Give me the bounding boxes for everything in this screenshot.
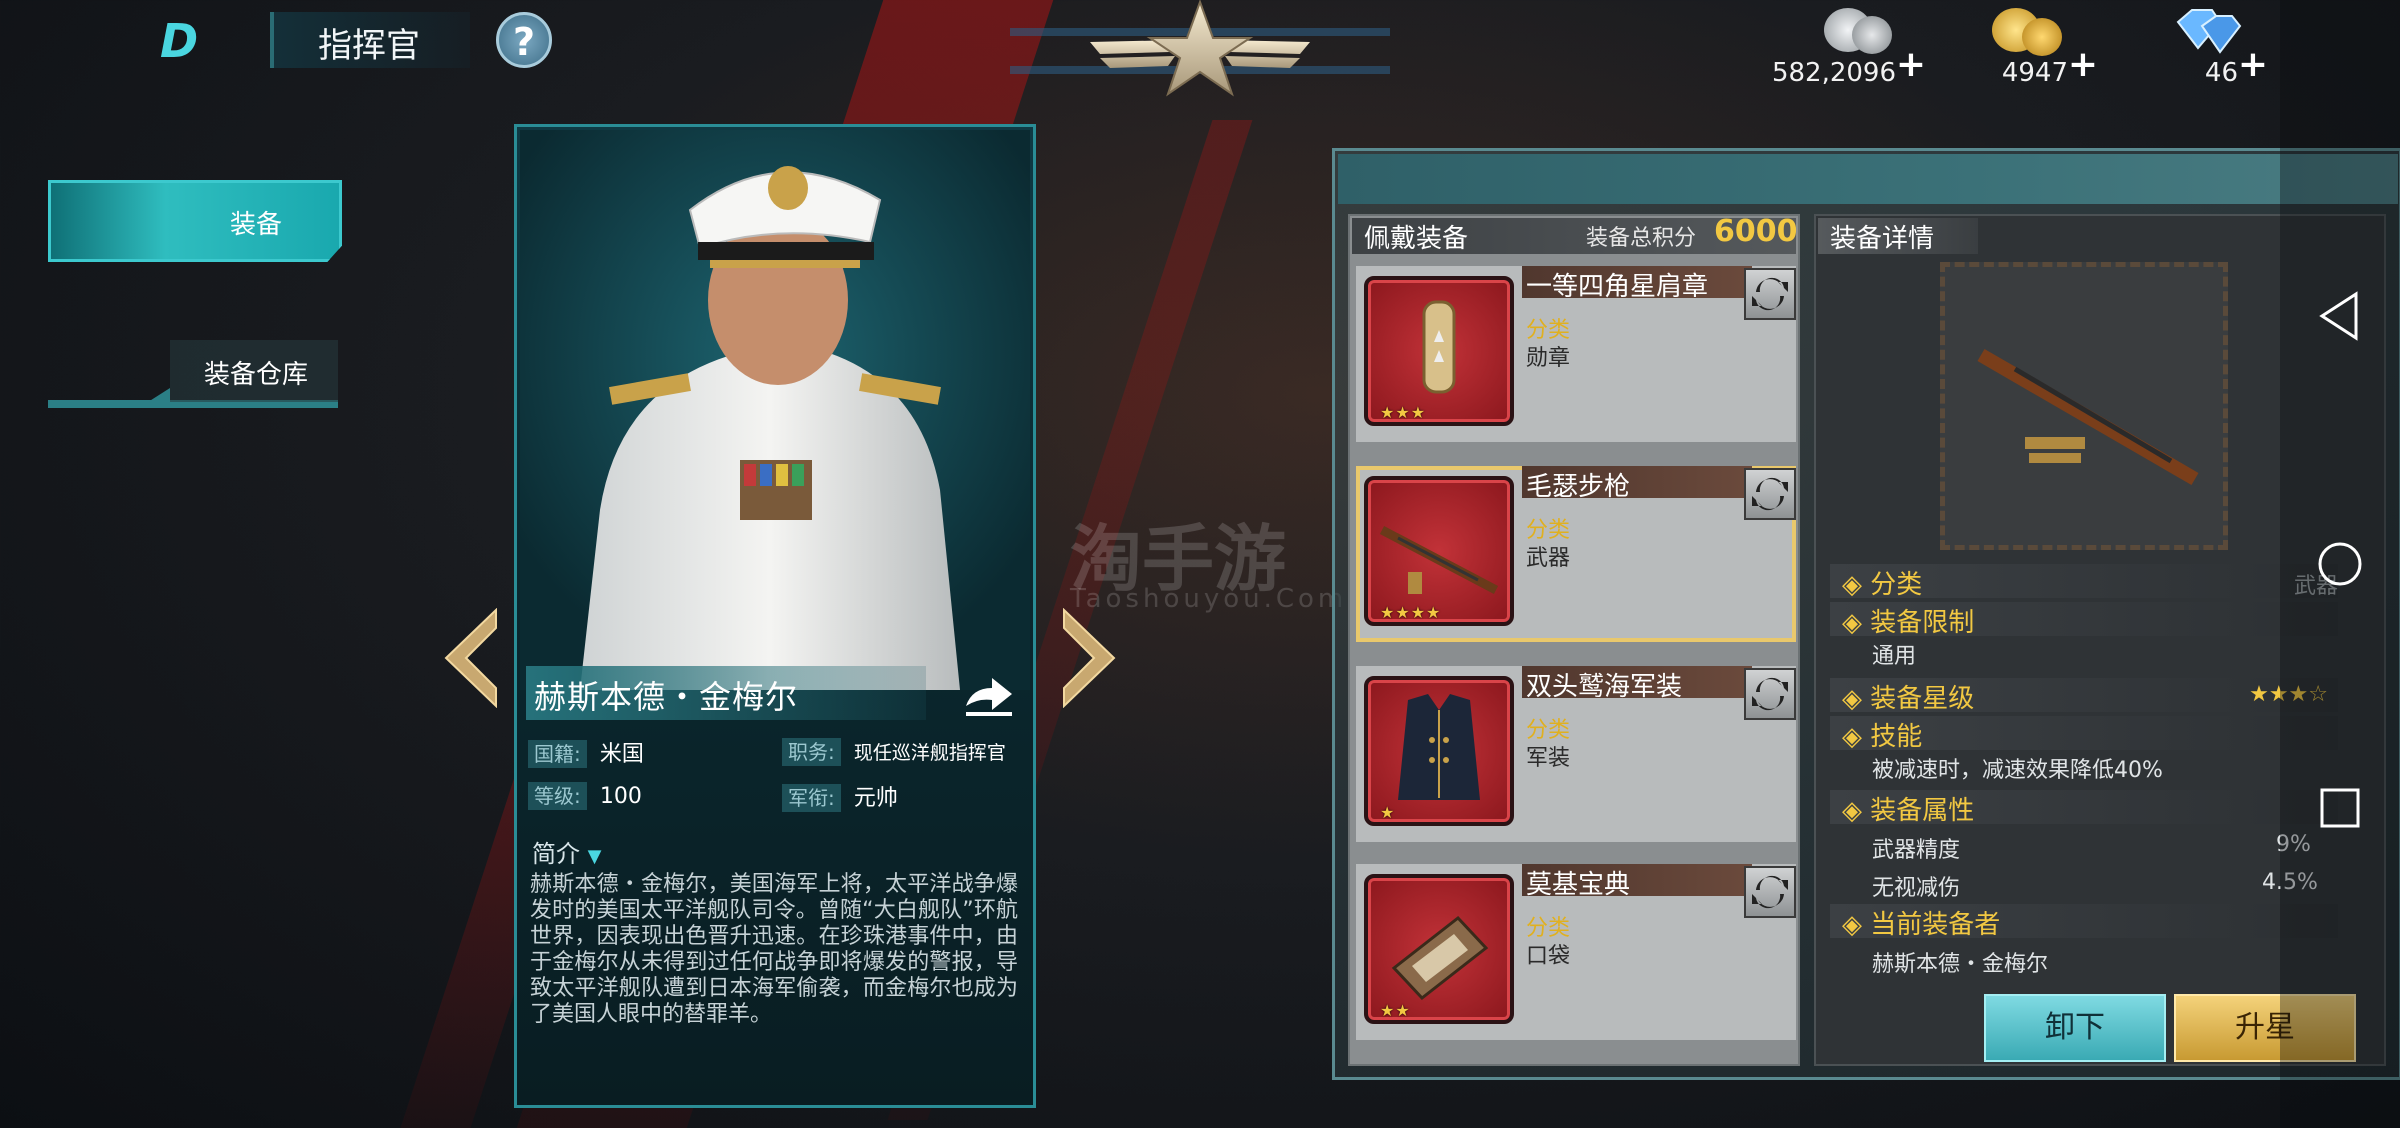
info-label: 等级: — [528, 782, 587, 810]
dropdown-icon: ▼ — [587, 846, 602, 867]
attribute-name: 无视减伤 — [1872, 876, 1961, 901]
previous-commander-arrow-icon[interactable] — [442, 608, 502, 708]
rifle-icon — [1977, 348, 2199, 486]
detail-label: ◈ 装备属性 — [1842, 796, 1975, 826]
detail-row: ◈ 分类 武器 — [1830, 564, 2338, 600]
detail-label: ◈ 分类 — [1842, 570, 1923, 600]
equipped-item[interactable]: ★ 双头鹫海军装 分类 军装 — [1356, 666, 1796, 842]
item-name: 一等四角星肩章 — [1526, 272, 1709, 302]
item-category: 武器 — [1526, 546, 1571, 571]
info-label: 职务: — [782, 738, 841, 766]
item-stars: ★ — [1380, 803, 1396, 822]
info-value: 米国 — [599, 742, 644, 767]
item-name: 毛瑟步枪 — [1526, 472, 1631, 502]
score-value: 6000 — [1714, 214, 1798, 249]
detail-value: 通用 — [1872, 644, 1917, 669]
detail-title: 装备详情 — [1830, 224, 1935, 254]
resource-diamond[interactable]: 46 + — [2158, 8, 2278, 88]
info-nationality: 国籍: 米国 — [528, 736, 644, 768]
score-label: 装备总积分 — [1586, 226, 1697, 251]
detail-label: ◈ 技能 — [1842, 722, 1923, 752]
equipped-title: 佩戴装备 — [1364, 224, 1469, 254]
info-position: 职务: 现任巡洋舰指挥官 — [782, 736, 1006, 766]
commander-name: 赫斯本德・金梅尔 — [534, 678, 799, 716]
detail-row: ◈ 当前装备者 — [1830, 904, 2338, 940]
equipped-item[interactable]: ★★★ 一等四角星肩章 分类 勋章 — [1356, 266, 1796, 442]
add-gold-button[interactable]: + — [2068, 44, 2098, 85]
equipped-item-selected[interactable]: ★★★★ 毛瑟步枪 分类 武器 — [1356, 466, 1796, 642]
recents-icon[interactable] — [2318, 786, 2362, 830]
share-icon[interactable] — [962, 666, 1018, 718]
unequip-button[interactable]: 卸下 — [1984, 994, 2166, 1062]
swap-icon[interactable] — [1744, 866, 1796, 918]
home-icon[interactable] — [2316, 540, 2364, 588]
next-commander-arrow-icon[interactable] — [1058, 608, 1118, 708]
equipped-item[interactable]: ★★ 莫基宝典 分类 口袋 — [1356, 864, 1796, 1040]
tab-warehouse-label: 装备仓库 — [204, 360, 309, 390]
item-stars: ★★★★ — [1380, 603, 1442, 622]
intro-text: 赫斯本德・金梅尔，美国海军上将，太平洋战争爆发时的美国太平洋舰队司令。曾随“大白… — [530, 872, 1018, 1027]
back-icon[interactable] — [2316, 290, 2360, 342]
info-level: 等级: 100 — [528, 780, 642, 810]
tab-equipment-label: 装备 — [230, 210, 283, 240]
swap-icon[interactable] — [1744, 468, 1796, 520]
game-logo: D — [160, 14, 198, 68]
info-value: 现任巡洋舰指挥官 — [853, 742, 1006, 764]
detail-value: 赫斯本德・金梅尔 — [1872, 952, 2049, 977]
detail-row: ◈ 装备属性 — [1830, 790, 2338, 826]
silver-value: 582,2096 — [1771, 58, 1896, 88]
info-rank: 军衔: 元帅 — [782, 780, 898, 812]
swap-icon[interactable] — [1744, 668, 1796, 720]
resource-gold[interactable]: 4947 + — [1968, 8, 2108, 88]
panel-top-bar — [1338, 154, 2398, 204]
detail-value: 被减速时，减速效果降低40% — [1872, 758, 2163, 783]
info-label: 国籍: — [528, 740, 587, 768]
detail-row: ◈ 装备星级 ★★★☆ — [1830, 678, 2338, 714]
item-category: 口袋 — [1526, 944, 1571, 969]
swap-icon[interactable] — [1744, 268, 1796, 320]
item-category: 勋章 — [1526, 346, 1571, 371]
detail-label: ◈ 当前装备者 — [1842, 910, 2001, 940]
rank-emblem-icon — [1010, 0, 1390, 97]
detail-image-frame — [1940, 262, 2228, 550]
item-category: 军装 — [1526, 746, 1571, 771]
watermark-sub: Taoshouyou.Com — [1070, 584, 1348, 614]
diamond-icon — [2176, 9, 2242, 54]
info-value: 元帅 — [853, 786, 898, 811]
detail-label: ◈ 装备限制 — [1842, 608, 1975, 638]
detail-row: ◈ 技能 — [1830, 716, 2338, 752]
resource-silver[interactable]: 582,2096 + — [1772, 8, 1936, 88]
intro-title: 简介 — [532, 840, 580, 868]
item-stars: ★★ — [1380, 1001, 1411, 1020]
help-icon[interactable]: ? — [496, 12, 552, 68]
info-value: 100 — [599, 784, 642, 809]
diamond-value: 46 — [2204, 58, 2238, 88]
commander-portrait — [520, 130, 1030, 690]
info-label: 军衔: — [782, 784, 841, 812]
gold-coin-icon — [2022, 18, 2062, 56]
add-silver-button[interactable]: + — [1896, 44, 1926, 85]
silver-coin-icon — [1852, 16, 1892, 54]
add-diamond-button[interactable]: + — [2238, 44, 2268, 85]
item-name: 双头鹫海军装 — [1526, 672, 1683, 702]
detail-row: ◈ 装备限制 — [1830, 602, 2338, 638]
tab-equipment[interactable] — [48, 180, 342, 262]
attribute-name: 武器精度 — [1872, 838, 1961, 863]
item-stars: ★★★ — [1380, 403, 1427, 422]
gold-value: 4947 — [2001, 58, 2068, 88]
intro-toggle[interactable]: 简介 ▼ — [532, 834, 601, 869]
item-name: 莫基宝典 — [1526, 870, 1631, 900]
page-title: 指挥官 — [318, 26, 420, 66]
detail-label: ◈ 装备星级 — [1842, 684, 1975, 714]
